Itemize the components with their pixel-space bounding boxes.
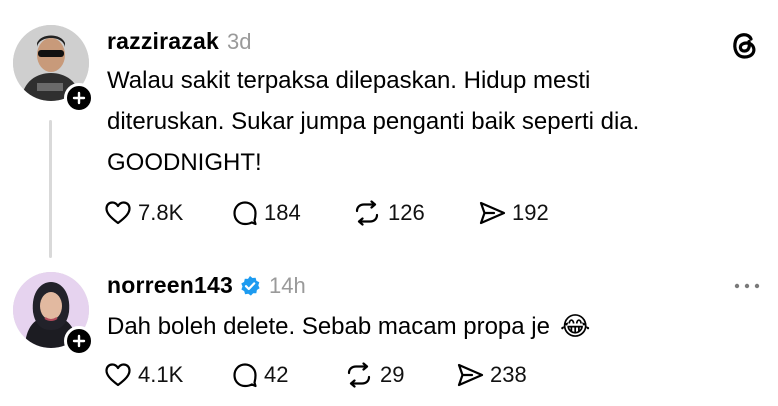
repost-button[interactable]: 29	[344, 362, 456, 388]
share-count: 192	[512, 200, 549, 225]
post-header: razzirazak 3d	[107, 28, 251, 55]
repost-count: 29	[380, 362, 405, 387]
plus-icon	[72, 334, 86, 348]
heart-icon	[105, 363, 131, 387]
action-bar: 4.1K 42 29 238	[104, 362, 527, 388]
share-icon	[479, 201, 506, 225]
verified-badge-icon	[239, 275, 261, 297]
like-count: 4.1K	[138, 362, 184, 387]
post-header: norreen143 14h	[107, 272, 306, 299]
follow-button[interactable]	[64, 326, 94, 356]
repost-icon	[347, 362, 371, 388]
comment-icon	[233, 201, 257, 226]
like-button[interactable]: 4.1K	[104, 362, 232, 388]
reply-button[interactable]: 42	[232, 362, 344, 388]
post-text-row: Dah boleh delete. Sebab macam propa je 😂	[107, 306, 747, 347]
post-text: Walau sakit terpaksa dilepaskan. Hidup m…	[107, 67, 640, 176]
share-button[interactable]: 238	[456, 362, 527, 388]
share-button[interactable]: 192	[478, 200, 549, 226]
laughing-emoji: 😂	[559, 311, 591, 341]
reply-button[interactable]: 184	[232, 200, 352, 226]
like-button[interactable]: 7.8K	[104, 200, 232, 226]
more-options-icon[interactable]	[732, 281, 762, 291]
like-count: 7.8K	[138, 200, 184, 225]
follow-button[interactable]	[64, 83, 94, 113]
action-bar: 7.8K 184 126 192	[104, 200, 549, 226]
repost-count: 126	[388, 200, 425, 225]
post-norreen143[interactable]: norreen143 14h Dah boleh delete. Sebab m…	[0, 258, 778, 406]
timestamp[interactable]: 3d	[227, 29, 251, 55]
post-text: Dah boleh delete. Sebab macam propa je	[107, 313, 550, 340]
thread-connector	[49, 120, 52, 258]
plus-icon	[72, 91, 86, 105]
post-razzirazak[interactable]: razzirazak 3d Walau sakit terpaksa dilep…	[0, 0, 778, 258]
comment-icon	[233, 363, 257, 388]
timestamp[interactable]: 14h	[269, 273, 306, 299]
share-count: 238	[490, 362, 527, 387]
reply-count: 184	[264, 200, 301, 225]
share-icon	[457, 363, 484, 387]
repost-button[interactable]: 126	[352, 200, 478, 226]
repost-icon	[355, 200, 379, 226]
threads-logo-icon[interactable]	[726, 27, 762, 63]
username[interactable]: norreen143	[107, 272, 233, 299]
reply-count: 42	[264, 362, 289, 387]
heart-icon	[105, 201, 131, 225]
username[interactable]: razzirazak	[107, 28, 219, 55]
